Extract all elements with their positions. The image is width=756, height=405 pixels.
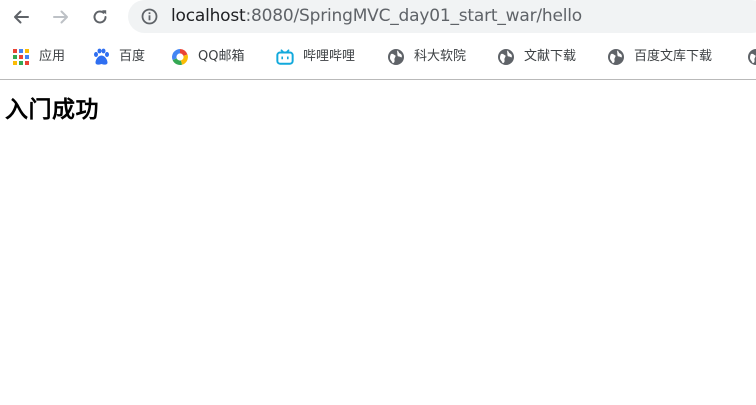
forward-arrow-icon bbox=[53, 10, 68, 24]
bookmark-label: 应用 bbox=[39, 49, 66, 64]
globe-icon bbox=[747, 48, 756, 66]
bookmark-label: 文献下载 bbox=[524, 49, 577, 64]
forward-button[interactable] bbox=[48, 5, 74, 29]
globe-icon bbox=[387, 48, 405, 66]
url-text[interactable]: localhost:8080/SpringMVC_day01_start_war… bbox=[171, 6, 582, 26]
bookmark-baiduwenku[interactable]: 百度文库下载 bbox=[607, 47, 712, 67]
bookmark-label: 哔哩哔哩 bbox=[303, 49, 356, 64]
bookmark-wenxianxiazai[interactable]: 文献下载 bbox=[497, 47, 576, 67]
bookmark-baidu[interactable]: 百度 bbox=[92, 47, 145, 67]
bookmark-overflow-partial[interactable] bbox=[747, 47, 756, 67]
site-info-icon[interactable] bbox=[141, 8, 158, 25]
bookmark-label: 百度 bbox=[119, 49, 146, 64]
globe-icon bbox=[607, 48, 625, 66]
page-heading: 入门成功 bbox=[5, 97, 99, 123]
globe-icon bbox=[497, 48, 515, 66]
bookmark-apps[interactable]: 应用 bbox=[12, 47, 65, 67]
bookmark-kedaruanyuan[interactable]: 科大软院 bbox=[387, 47, 466, 67]
bilibili-tv-icon bbox=[276, 48, 294, 66]
back-arrow-icon bbox=[14, 10, 29, 24]
back-button[interactable] bbox=[8, 5, 34, 29]
bookmark-label: 科大软院 bbox=[414, 49, 467, 64]
qq-mail-icon bbox=[171, 48, 189, 66]
apps-grid-icon bbox=[12, 48, 30, 66]
bookmarks-bar: 应用 百度 QQ邮箱 哔哩哔哩 科大软院 文献下载 百度文库下载 bbox=[0, 34, 756, 79]
address-bar[interactable]: localhost:8080/SpringMVC_day01_start_war… bbox=[128, 0, 756, 33]
bookmark-label: 百度文库下载 bbox=[634, 49, 713, 64]
baidu-paw-icon bbox=[92, 48, 110, 66]
bookmark-bilibili[interactable]: 哔哩哔哩 bbox=[276, 47, 355, 67]
url-host: localhost bbox=[171, 6, 246, 26]
url-path: :8080/SpringMVC_day01_start_war/hello bbox=[245, 6, 583, 26]
reload-icon bbox=[93, 10, 107, 24]
bookmark-label: QQ邮箱 bbox=[198, 49, 245, 64]
bookmark-qq-mail[interactable]: QQ邮箱 bbox=[171, 47, 244, 67]
browser-toolbar: localhost:8080/SpringMVC_day01_start_war… bbox=[0, 0, 756, 34]
reload-button[interactable] bbox=[87, 5, 113, 29]
toolbar-divider bbox=[0, 79, 756, 80]
